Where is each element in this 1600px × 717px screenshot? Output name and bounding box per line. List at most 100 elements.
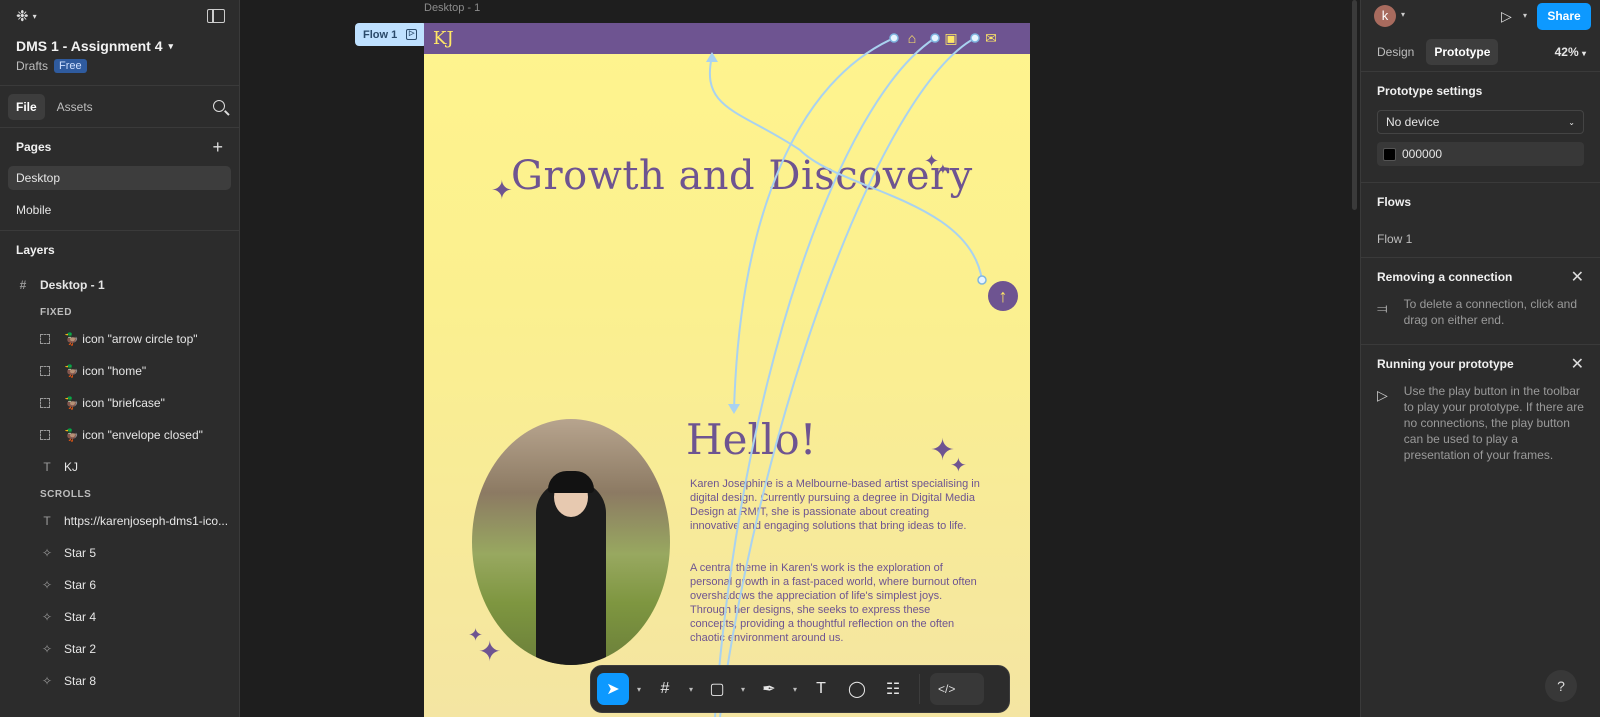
pen-icon: ✒	[762, 681, 776, 698]
plan-badge[interactable]: Free	[54, 59, 87, 73]
background-color-field[interactable]: 000000	[1377, 142, 1584, 166]
help-button[interactable]: ?	[1545, 670, 1577, 702]
star-icon: ✦	[491, 175, 513, 205]
star-icon: ✦	[478, 636, 502, 667]
left-panel: ❉ ▾ DMS 1 - Assignment 4 ▾ Drafts Free F…	[0, 0, 240, 717]
sidebar-toggle-icon[interactable]	[207, 9, 225, 23]
briefcase-icon[interactable]: ▣	[943, 31, 959, 45]
chevron-down-icon[interactable]: ▾	[1401, 10, 1405, 19]
layer-group-fixed: FIXED	[40, 306, 72, 318]
layer-label: 🦆 icon "briefcase"	[64, 396, 165, 410]
page-item-mobile[interactable]: Mobile	[8, 198, 231, 222]
chevron-down-icon[interactable]: ▾	[737, 685, 749, 694]
shape-tool[interactable]: ▢	[701, 673, 733, 705]
flow-item[interactable]: Flow 1	[1377, 221, 1584, 257]
chevron-down-icon[interactable]: ▾	[789, 685, 801, 694]
project-info: DMS 1 - Assignment 4 ▾ Drafts Free	[0, 32, 239, 86]
flows-section: Flows Flow 1	[1361, 183, 1600, 258]
layer-label: 🦆 icon "home"	[64, 364, 147, 378]
chevron-down-icon: ▾	[32, 11, 37, 21]
device-select[interactable]: No device ⌄	[1377, 110, 1584, 134]
arrow-circle-top-icon[interactable]: ↑	[988, 281, 1018, 311]
color-hex[interactable]: 000000	[1402, 147, 1442, 161]
running-prototype-section: Running your prototype ✕ ▷ Use the play …	[1361, 345, 1600, 479]
cursor-icon: ➤	[606, 681, 620, 698]
site-headline[interactable]: Growth and Discovery	[511, 153, 973, 199]
layer-item[interactable]: ✧ Star 4	[0, 601, 239, 633]
tab-assets[interactable]: Assets	[49, 94, 101, 120]
layer-item[interactable]: T KJ	[0, 451, 239, 483]
text-icon: T	[816, 680, 826, 697]
divider	[919, 674, 920, 704]
prototype-settings-heading: Prototype settings	[1377, 84, 1483, 98]
hello-heading[interactable]: Hello!	[686, 415, 817, 464]
layer-item[interactable]: 🦆 icon "home"	[0, 355, 239, 387]
pen-tool[interactable]: ✒	[753, 673, 785, 705]
canvas[interactable]: Desktop - 1 Flow 1 ▷ KJ ⌂ ▣ ✉ ✦ Growth a…	[240, 0, 1360, 717]
bottom-toolbar: ➤ ▾ # ▾ ▢ ▾ ✒ ▾ T ◯ ☷ </>	[590, 665, 1010, 713]
envelope-icon[interactable]: ✉	[983, 31, 999, 45]
search-icon[interactable]	[213, 100, 225, 112]
running-text: Use the play button in the toolbar to pl…	[1403, 384, 1584, 462]
layer-label: KJ	[64, 460, 79, 474]
layer-item[interactable]: ✧ Star 6	[0, 569, 239, 601]
bio-paragraph-2[interactable]: A central theme in Karen's work is the e…	[690, 561, 980, 645]
figma-app: ❉ ▾ DMS 1 - Assignment 4 ▾ Drafts Free F…	[0, 0, 1600, 717]
main-menu-button[interactable]: ❉ ▾	[16, 8, 46, 25]
canvas-scrollbar[interactable]	[1352, 0, 1357, 210]
comment-tool[interactable]: ◯	[841, 673, 873, 705]
close-icon[interactable]: ✕	[1571, 267, 1584, 287]
running-heading: Running your prototype	[1377, 357, 1514, 371]
add-page-icon[interactable]: +	[212, 137, 223, 158]
zoom-control[interactable]: 42% ▾	[1555, 45, 1586, 59]
left-tabs: File Assets	[0, 86, 239, 128]
project-location[interactable]: Drafts	[16, 59, 48, 73]
color-swatch[interactable]	[1383, 147, 1396, 161]
instance-icon	[40, 334, 50, 344]
layer-item[interactable]: 🦆 icon "envelope closed"	[0, 419, 239, 451]
play-flow-icon[interactable]: ▷	[406, 29, 418, 40]
layer-item[interactable]: ✧ Star 5	[0, 537, 239, 569]
frame-label[interactable]: Desktop - 1	[424, 2, 480, 14]
flow-starting-point[interactable]: Flow 1 ▷	[355, 23, 427, 46]
tab-file[interactable]: File	[8, 93, 45, 120]
text-layer-icon: T	[43, 514, 51, 528]
home-icon[interactable]: ⌂	[904, 31, 920, 45]
avatar[interactable]: k	[1374, 5, 1396, 27]
star-icon: ✦	[950, 455, 967, 477]
actions-tool[interactable]: ☷	[877, 673, 909, 705]
chevron-down-icon[interactable]: ▾	[633, 685, 645, 694]
layer-item[interactable]: 🦆 icon "arrow circle top"	[0, 323, 239, 355]
tab-prototype[interactable]: Prototype	[1426, 38, 1499, 65]
close-icon[interactable]: ✕	[1571, 354, 1584, 374]
bio-paragraph-1[interactable]: Karen Josephine is a Melbourne-based art…	[690, 477, 980, 533]
layer-root-frame[interactable]: # Desktop - 1	[0, 269, 239, 301]
layer-label: Desktop - 1	[40, 278, 105, 292]
layer-item[interactable]: ✧ Star 2	[0, 633, 239, 665]
text-tool[interactable]: T	[805, 673, 837, 705]
layer-item[interactable]: 🦆 icon "briefcase"	[0, 387, 239, 419]
site-logo[interactable]: KJ	[433, 28, 454, 49]
share-button[interactable]: Share	[1537, 3, 1591, 30]
desktop-frame[interactable]: KJ ⌂ ▣ ✉ ✦ Growth and Discovery ✦ ✦ ↑ ✦ …	[424, 23, 1030, 717]
right-tabs: Design Prototype 42% ▾	[1361, 32, 1600, 72]
code-icon: </>	[938, 682, 956, 696]
page-item-desktop[interactable]: Desktop	[8, 166, 231, 190]
tab-design[interactable]: Design	[1369, 39, 1422, 65]
zoom-value: 42%	[1554, 44, 1579, 59]
layer-item[interactable]: Thttps://karenjoseph-dms1-ico...	[0, 505, 239, 537]
star-icon: ✦	[937, 161, 949, 177]
project-name: DMS 1 - Assignment 4	[16, 38, 163, 54]
dev-mode-toggle[interactable]: </>	[930, 673, 984, 705]
frame-tool[interactable]: #	[649, 673, 681, 705]
present-play-icon[interactable]: ▷	[1501, 8, 1512, 25]
chevron-down-icon[interactable]: ▾	[685, 685, 697, 694]
project-title[interactable]: DMS 1 - Assignment 4 ▾	[16, 38, 223, 54]
star-layer-icon: ✧	[41, 578, 53, 592]
chevron-down-icon[interactable]: ▾	[1523, 11, 1527, 20]
pages-heading: Pages	[16, 140, 52, 154]
move-tool[interactable]: ➤	[597, 673, 629, 705]
removing-connection-section: Removing a connection ✕ ⫤ To delete a co…	[1361, 258, 1600, 345]
portrait-photo	[472, 419, 670, 665]
layer-item[interactable]: ✧ Star 8	[0, 665, 239, 697]
